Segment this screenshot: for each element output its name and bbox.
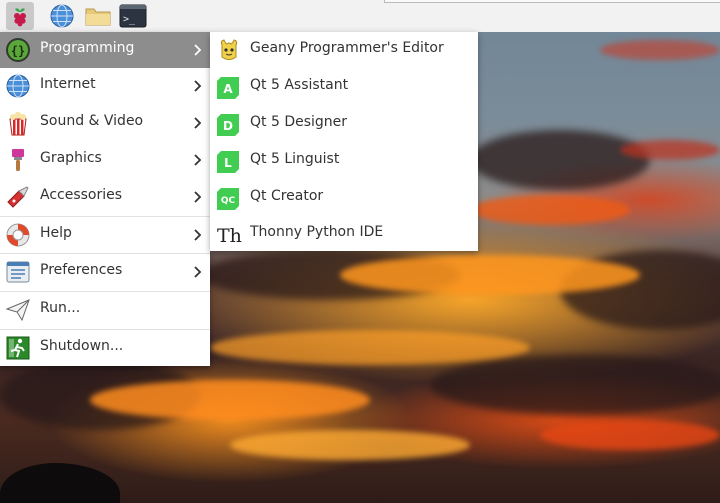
qt-designer-icon: D — [217, 114, 239, 136]
chevron-right-icon — [194, 229, 202, 241]
terminal-icon: >_ — [119, 4, 147, 28]
qt-creator-icon: QC — [217, 188, 239, 210]
submenu-item-qt-assistant[interactable]: A Qt 5 Assistant — [210, 69, 478, 105]
thonny-icon: Th — [216, 221, 242, 247]
programming-icon: {} — [6, 38, 30, 62]
paintbrush-icon — [12, 149, 24, 171]
qt-assistant-icon: A — [217, 77, 239, 99]
chevron-right-icon — [194, 154, 202, 166]
raspberry-icon — [14, 8, 26, 27]
svg-text:A: A — [223, 82, 233, 96]
menu-item-label: Preferences — [40, 262, 123, 278]
submenu-item-label: Thonny Python IDE — [250, 224, 384, 240]
popcorn-icon — [9, 111, 27, 136]
paper-plane-icon — [5, 299, 30, 322]
chevron-right-icon — [194, 266, 202, 278]
programming-submenu: Geany Programmer's Editor A Qt 5 Assista… — [210, 32, 478, 251]
accessories-icon — [7, 186, 29, 208]
hill-silhouette — [0, 463, 120, 503]
menu-item-label: Graphics — [40, 150, 102, 166]
submenu-item-geany[interactable]: Geany Programmer's Editor — [210, 32, 478, 68]
submenu-item-label: Qt 5 Linguist — [250, 151, 340, 167]
qt-linguist-icon: L — [217, 151, 239, 173]
svg-text:Th: Th — [217, 225, 242, 247]
chevron-right-icon — [194, 191, 202, 203]
menu-item-label: Run... — [40, 300, 81, 316]
menu-item-help[interactable]: Help — [0, 217, 210, 253]
svg-text:L: L — [224, 156, 232, 170]
menu-item-label: Internet — [40, 76, 96, 92]
svg-text:QC: QC — [221, 196, 236, 206]
file-manager-launcher[interactable] — [84, 2, 112, 30]
menu-item-internet[interactable]: Internet — [0, 68, 210, 104]
chevron-right-icon — [194, 117, 202, 129]
submenu-item-label: Qt 5 Assistant — [250, 77, 349, 93]
svg-text:D: D — [223, 119, 233, 133]
menu-item-programming[interactable]: {} Programming — [0, 32, 210, 68]
menu-item-accessories[interactable]: Accessories — [0, 179, 210, 215]
terminal-launcher[interactable]: >_ — [119, 2, 147, 30]
submenu-item-qt-linguist[interactable]: L Qt 5 Linguist — [210, 143, 478, 179]
menu-item-label: Shutdown... — [40, 338, 124, 354]
menu-item-label: Accessories — [40, 187, 123, 203]
submenu-item-label: Qt 5 Designer — [250, 114, 348, 130]
menu-item-label: Help — [40, 225, 72, 241]
globe-icon — [50, 4, 74, 28]
lifebuoy-icon — [6, 223, 30, 247]
preferences-icon — [6, 261, 30, 283]
menu-item-label: Programming — [40, 40, 135, 56]
chevron-right-icon — [194, 80, 202, 92]
menu-item-label: Sound & Video — [40, 113, 144, 129]
globe-icon — [6, 74, 30, 98]
submenu-item-qt-designer[interactable]: D Qt 5 Designer — [210, 106, 478, 142]
menu-item-graphics[interactable]: Graphics — [0, 142, 210, 178]
submenu-item-thonny[interactable]: Th Thonny Python IDE — [210, 216, 478, 252]
submenu-item-label: Geany Programmer's Editor — [250, 40, 444, 56]
chevron-right-icon — [194, 44, 202, 56]
menu-item-shutdown[interactable]: Shutdown... — [0, 330, 210, 366]
menu-item-preferences[interactable]: Preferences — [0, 254, 210, 290]
submenu-item-label: Qt Creator — [250, 188, 324, 204]
top-panel: >_ — [0, 0, 720, 32]
menu-item-sound-video[interactable]: Sound & Video — [0, 105, 210, 141]
exit-icon — [6, 336, 30, 360]
folder-icon — [85, 8, 111, 26]
panel-taskbar-area — [384, 0, 720, 3]
applications-menu: {} Programming Internet Sound & Video Gr… — [0, 32, 210, 366]
svg-text:{}: {} — [11, 44, 25, 58]
svg-text:>_: >_ — [123, 14, 136, 25]
web-browser-launcher[interactable] — [48, 2, 76, 30]
menu-item-run[interactable]: Run... — [0, 292, 210, 328]
applications-menu-button[interactable] — [6, 2, 34, 30]
submenu-item-qt-creator[interactable]: QC Qt Creator — [210, 180, 478, 216]
geany-icon — [220, 39, 238, 60]
